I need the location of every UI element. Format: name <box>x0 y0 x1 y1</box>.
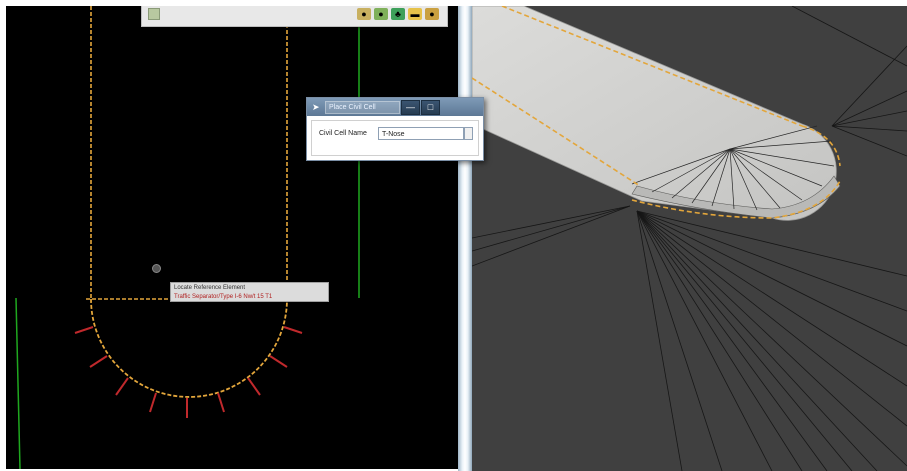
tree-icon[interactable]: ♣ <box>391 8 405 20</box>
tooltip-line-2: Traffic Separator/Type I-6 Nw/t 15 T1 <box>174 294 273 300</box>
application-window: ● ● ♣ ▬ ● Locate Reference Element Traff… <box>0 0 907 471</box>
lock-icon[interactable]: ● <box>425 8 439 20</box>
radial-tick <box>149 392 157 413</box>
locate-tooltip: Locate Reference Element Traffic Separat… <box>170 282 329 302</box>
dialog-title: Place Civil Cell <box>325 101 400 114</box>
radial-tick <box>269 355 288 368</box>
view-3d-perspective[interactable] <box>472 6 907 471</box>
folder-icon[interactable]: ▬ <box>408 8 422 20</box>
tooltip-line-1: Locate Reference Element <box>174 285 246 291</box>
radial-tick <box>283 326 303 334</box>
plan-drawing <box>15 6 360 469</box>
civil-cell-dialog[interactable]: ➤ Place Civil Cell — □ Civil Cell Name T… <box>306 97 484 161</box>
cursor-icon: ➤ <box>312 102 320 112</box>
radial-tick <box>217 392 225 413</box>
minimize-button[interactable]: — <box>401 100 420 115</box>
toolbar-grip-icon[interactable] <box>148 8 160 20</box>
civil-cell-name-label: Civil Cell Name <box>319 130 367 137</box>
view-splitter[interactable] <box>458 6 472 471</box>
radial-tick <box>115 377 129 396</box>
dialog-body: Civil Cell Name T-Nose <box>311 120 479 156</box>
radial-tick <box>247 377 261 396</box>
dialog-title-bar[interactable]: ➤ Place Civil Cell — □ <box>307 98 483 116</box>
floating-toolbar[interactable]: ● ● ♣ ▬ ● <box>141 6 448 27</box>
view-2d-plan[interactable]: ● ● ♣ ▬ ● Locate Reference Element Traff… <box>6 6 458 469</box>
civil-cell-name-field[interactable]: T-Nose <box>378 127 464 140</box>
tool-icon[interactable]: ● <box>357 8 371 20</box>
nose-arc <box>90 298 288 398</box>
perspective-drawing <box>472 6 907 471</box>
cursor-pointer <box>152 264 161 273</box>
green-guide-line <box>15 297 21 469</box>
radial-tick <box>89 355 108 368</box>
maximize-button[interactable]: □ <box>421 100 440 115</box>
radial-tick <box>74 326 94 334</box>
browse-button[interactable] <box>464 127 473 140</box>
radial-ticks <box>74 326 303 418</box>
route-icon[interactable]: ● <box>374 8 388 20</box>
